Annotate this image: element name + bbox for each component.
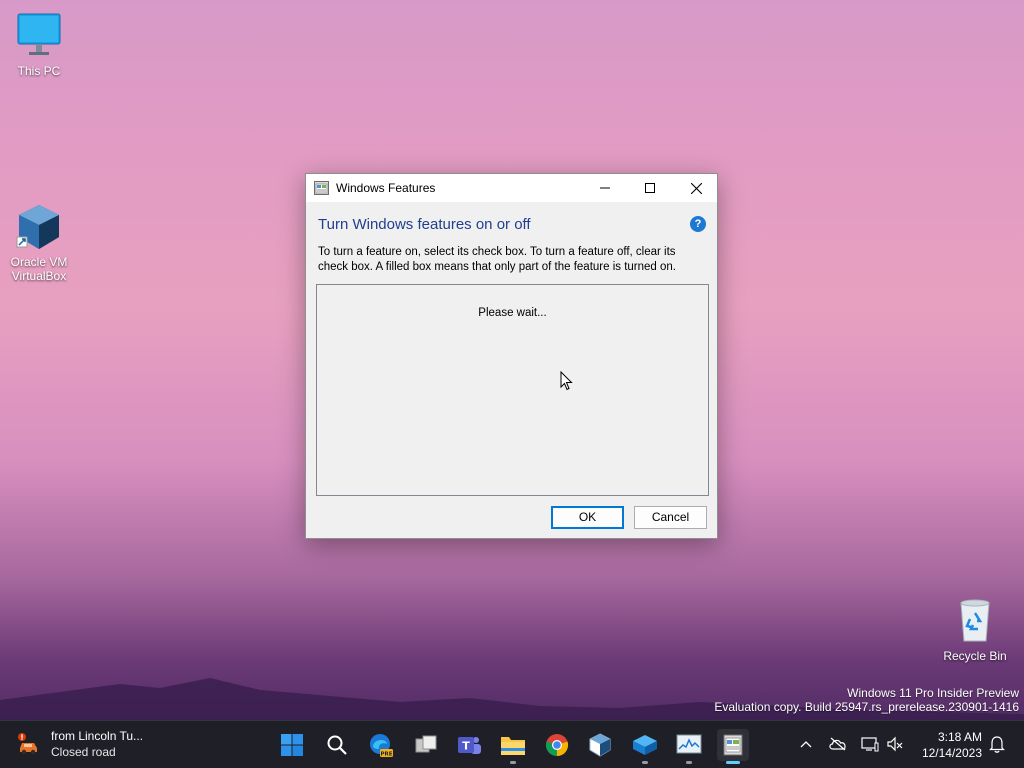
minimize-button[interactable]	[582, 174, 628, 202]
performance-monitor-icon	[676, 734, 702, 754]
recycle-bin-icon	[951, 597, 999, 645]
network-tray-button[interactable]	[859, 733, 881, 755]
windows-features-dialog: Windows Features Turn Windows features o…	[305, 173, 718, 539]
bell-icon	[989, 736, 1005, 753]
weather-headline: from Lincoln Tu...	[51, 729, 144, 743]
search-icon	[327, 735, 347, 755]
desktop-icon-recycle-bin[interactable]: Recycle Bin	[937, 597, 1013, 663]
help-icon[interactable]: ?	[690, 216, 706, 232]
clock-date: 12/14/2023	[921, 746, 982, 760]
task-view-button[interactable]	[410, 729, 442, 761]
network-display-icon	[861, 737, 879, 752]
taskbar-chrome[interactable]	[541, 729, 573, 761]
desktop-icon-label: This PC	[17, 64, 61, 78]
evaluation-watermark: Windows 11 Pro Insider Preview Evaluatio…	[714, 686, 1019, 714]
windows-logo-icon	[281, 734, 303, 756]
windows-features-icon	[723, 734, 743, 756]
monitor-icon	[15, 12, 63, 60]
desktop-icon-label: Oracle VM VirtualBox	[10, 255, 68, 283]
ok-button[interactable]: OK	[551, 506, 624, 529]
taskbar-edge-beta[interactable]: PRE	[365, 729, 397, 761]
notifications-button[interactable]	[986, 733, 1008, 755]
virtualbox-icon	[589, 733, 611, 757]
cube-app-icon	[633, 735, 657, 755]
chrome-icon	[545, 734, 569, 757]
close-icon	[690, 182, 702, 194]
teams-letter: T	[462, 740, 470, 753]
folder-icon	[501, 737, 525, 755]
dialog-description: To turn a feature on, select its check b…	[318, 246, 676, 273]
maximize-button[interactable]	[627, 174, 673, 202]
edge-pre-badge: PRE	[380, 751, 392, 757]
chevron-up-icon	[800, 741, 812, 748]
taskbar-virtualbox[interactable]	[584, 729, 616, 761]
taskbar-teams[interactable]: T	[453, 729, 485, 761]
search-button[interactable]	[321, 729, 353, 761]
weather-subtext: Closed road	[51, 745, 116, 759]
virtualbox-icon	[15, 203, 63, 251]
volume-tray-button[interactable]	[884, 733, 906, 755]
onedrive-tray-button[interactable]	[827, 733, 849, 755]
close-button[interactable]	[673, 174, 719, 202]
start-button[interactable]	[276, 729, 308, 761]
dialog-title: Windows Features	[336, 181, 436, 195]
taskbar-windows-features[interactable]	[717, 729, 749, 764]
taskbar-sandbox[interactable]	[629, 729, 661, 764]
features-tree-view[interactable]: Please wait...	[316, 284, 709, 496]
cloud-offline-icon	[829, 737, 846, 751]
taskbar-clock[interactable]: 3:18 AM 12/14/2023	[912, 729, 982, 761]
show-hidden-icons-button[interactable]	[795, 733, 817, 755]
cancel-button[interactable]: Cancel	[634, 506, 707, 529]
taskbar: from Lincoln Tu... Closed road PRE T 3:1…	[0, 720, 1024, 768]
mouse-cursor-icon	[560, 371, 573, 391]
desktop-icon-virtualbox[interactable]: Oracle VM VirtualBox	[1, 203, 77, 283]
desktop-icon-label: Recycle Bin	[943, 649, 1007, 663]
dialog-heading: Turn Windows features on or off	[318, 216, 531, 233]
running-indicator	[686, 761, 692, 764]
clock-time: 3:18 AM	[937, 730, 982, 744]
taskbar-resource-monitor[interactable]	[673, 729, 705, 764]
weather-widget[interactable]: from Lincoln Tu... Closed road	[14, 727, 174, 763]
teams-icon: T	[458, 737, 481, 754]
active-indicator	[726, 761, 740, 764]
dialog-titlebar[interactable]: Windows Features	[306, 174, 717, 202]
speaker-muted-icon	[887, 736, 903, 752]
traffic-alert-icon	[18, 733, 37, 755]
taskbar-file-explorer[interactable]	[497, 729, 529, 764]
watermark-line-2: Evaluation copy. Build 25947.rs_prerelea…	[714, 700, 1019, 714]
loading-status: Please wait...	[478, 307, 547, 319]
running-indicator	[642, 761, 648, 764]
running-indicator	[510, 761, 516, 764]
task-view-icon	[415, 735, 437, 753]
edge-browser-icon: PRE	[370, 734, 393, 757]
desktop-icon-this-pc[interactable]: This PC	[1, 12, 77, 78]
watermark-line-1: Windows 11 Pro Insider Preview	[847, 686, 1019, 700]
windows-features-icon	[314, 181, 329, 195]
